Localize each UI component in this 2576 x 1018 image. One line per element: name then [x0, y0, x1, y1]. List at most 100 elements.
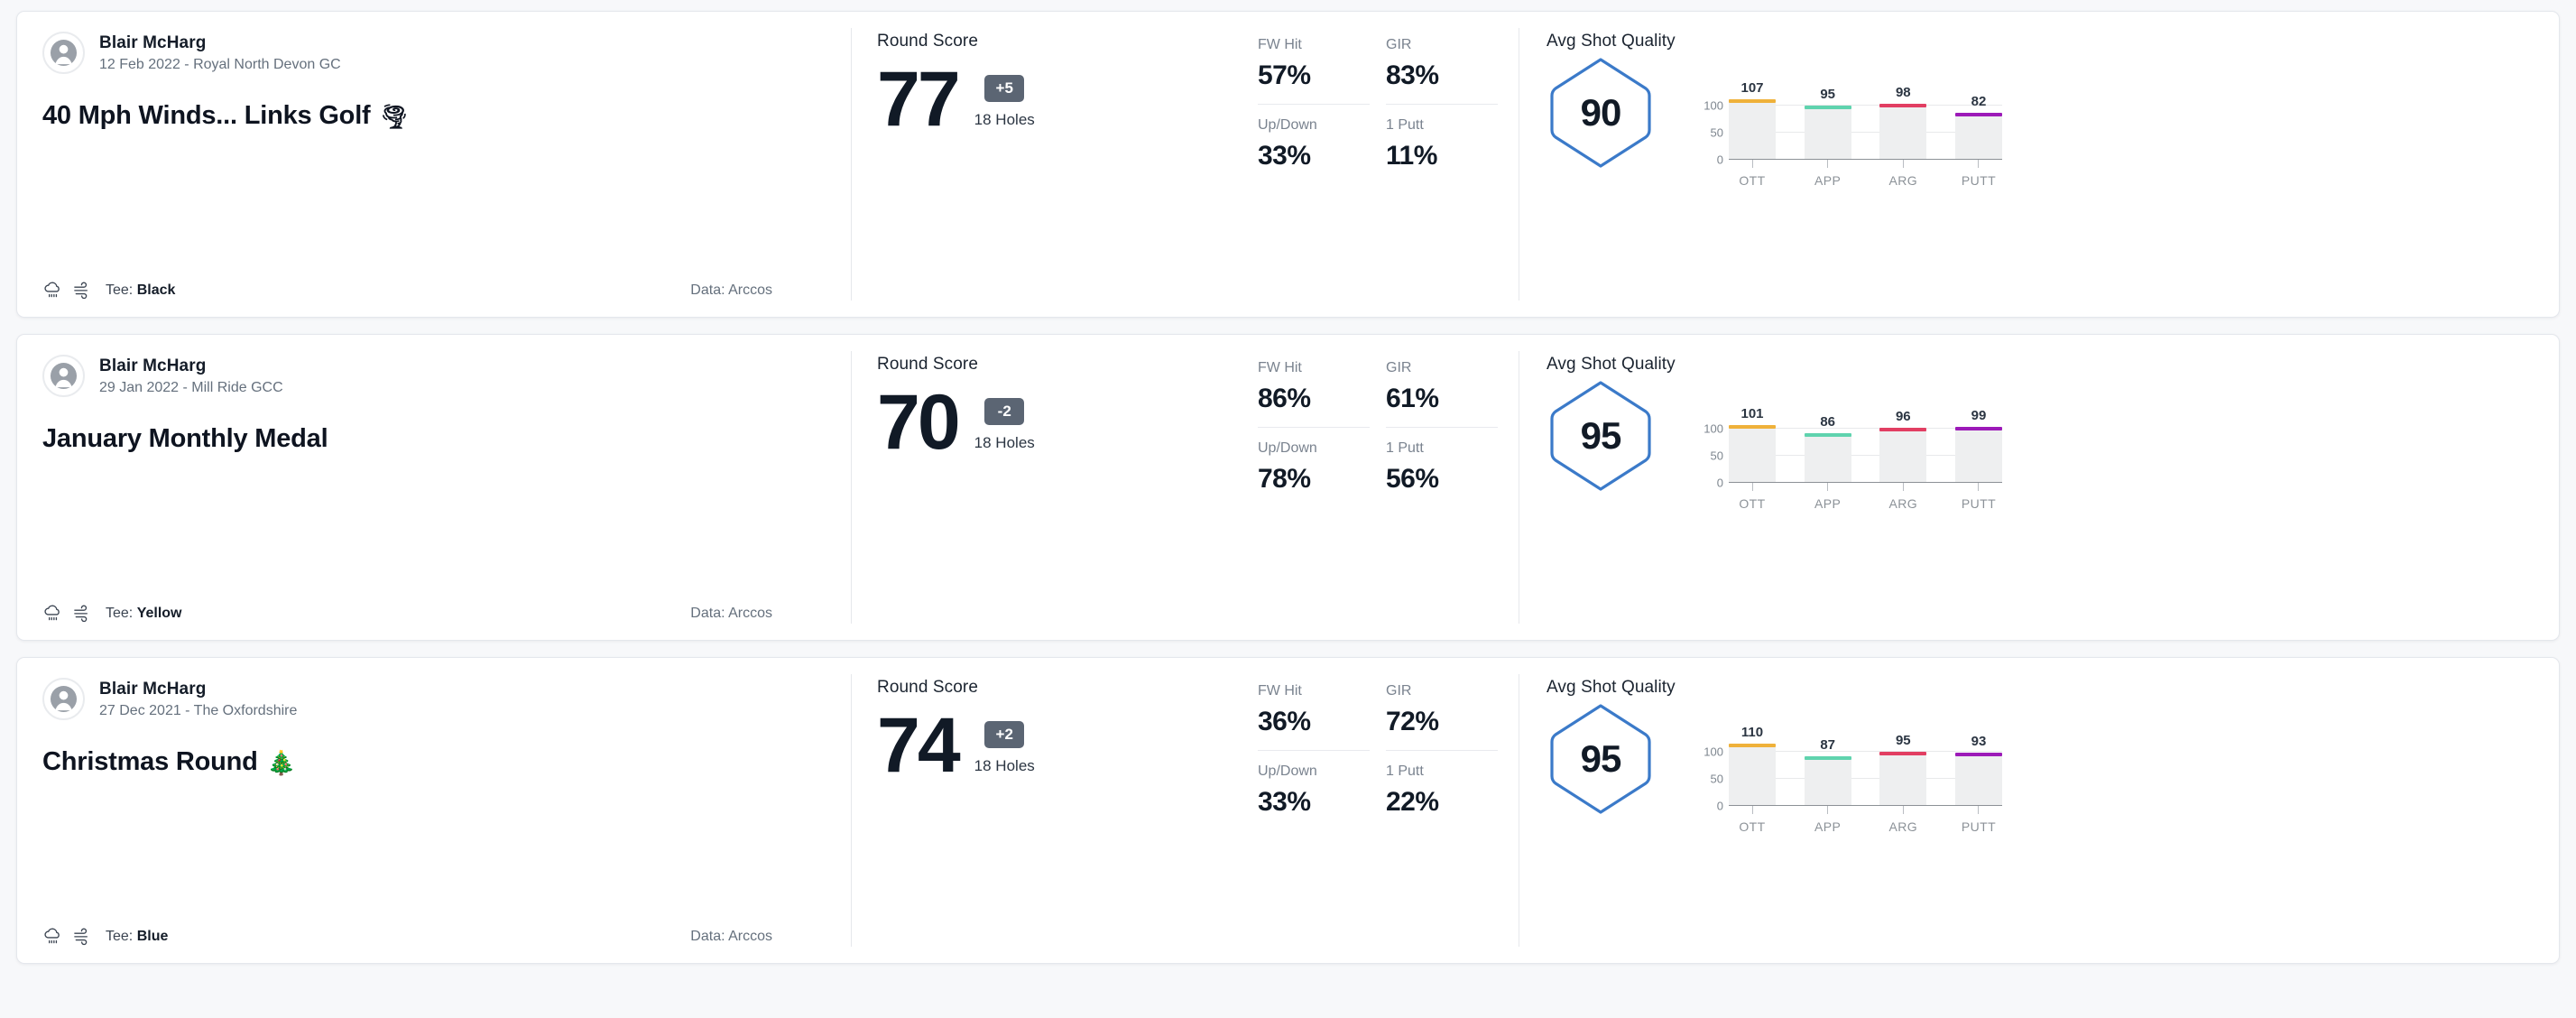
stat-one-putt: 1 Putt 56%: [1386, 428, 1498, 495]
chart-bar-slot[interactable]: 96: [1879, 409, 1927, 483]
round-card[interactable]: Blair McHarg 27 Dec 2021 - The Oxfordshi…: [16, 657, 2560, 964]
stat-label: GIR: [1386, 360, 1412, 375]
user-row[interactable]: Blair McHarg 12 Feb 2022 - Royal North D…: [42, 32, 826, 74]
chart-bar[interactable]: 98: [1879, 85, 1927, 160]
chart-bar-slot[interactable]: 82: [1954, 89, 2002, 160]
chart-bar-slot[interactable]: 87: [1804, 736, 1851, 806]
chart-bar-slot[interactable]: 107: [1729, 80, 1776, 160]
chart-x-tickmark: [1751, 483, 1753, 491]
wind-icon: [74, 928, 88, 946]
chart-bar[interactable]: 82: [1954, 94, 2002, 160]
tee-prefix: Tee:: [106, 928, 134, 944]
chart-x-tickmark: [1827, 806, 1829, 814]
stat-fw-hit: FW Hit 36%: [1258, 683, 1370, 751]
rain-cloud-icon: [44, 282, 60, 298]
chart-bar-slot[interactable]: 101: [1729, 406, 1776, 483]
avatar[interactable]: [42, 32, 85, 74]
shot-quality-chart: 0 50 100 110 87 95 93 OTT APP ARG PUTT: [1691, 716, 2002, 835]
stat-up-down: Up/Down 78%: [1258, 428, 1370, 495]
chart-bar-value: 96: [1895, 409, 1911, 425]
stat-one-putt: 1 Putt 11%: [1386, 105, 1498, 171]
shot-quality-hexagon: 95: [1547, 378, 1655, 494]
chart-y-axis: 0 50 100: [1691, 89, 1723, 167]
chart-bar[interactable]: 86: [1804, 414, 1851, 483]
chart-bar-cap: [1879, 428, 1927, 432]
chart-bar[interactable]: 99: [1954, 408, 2002, 483]
chart-bar-cap: [1879, 104, 1927, 108]
chart-bar-value: 87: [1820, 736, 1835, 753]
stat-value: 56%: [1386, 464, 1439, 494]
stat-label: GIR: [1386, 37, 1412, 52]
chart-x-slot: OTT: [1729, 160, 1776, 188]
chart-bar-value: 82: [1971, 93, 1987, 109]
chart-x-tickmark: [1978, 160, 1980, 168]
stat-value: 22%: [1386, 787, 1439, 817]
stat-label: 1 Putt: [1386, 764, 1424, 779]
chart-y-tick: 100: [1703, 745, 1723, 759]
rain-cloud-icon: [44, 928, 60, 944]
avatar[interactable]: [42, 678, 85, 720]
chart-x-slot: ARG: [1879, 160, 1926, 188]
chart-y-tick: 50: [1710, 125, 1723, 140]
round-card[interactable]: Blair McHarg 29 Jan 2022 - Mill Ride GCC…: [16, 334, 2560, 641]
chart-x-slot: APP: [1805, 160, 1851, 188]
shot-quality-chart: 0 50 100 107 95 98 82 OTT APP ARG PUTT: [1691, 69, 2002, 189]
holes-label: 18 Holes: [974, 111, 1035, 128]
chart-x-slot: OTT: [1729, 806, 1776, 834]
chart-bar-slot[interactable]: 99: [1954, 408, 2002, 483]
chart-bar[interactable]: 93: [1954, 734, 2002, 806]
round-score-value: 70: [877, 379, 961, 466]
chart-x-label: ARG: [1888, 496, 1918, 511]
chart-x-tickmark: [1902, 160, 1904, 168]
round-score-heading: Round Score: [877, 678, 979, 697]
stat-fw-hit: FW Hit 57%: [1258, 37, 1370, 105]
chart-bar-slot[interactable]: 95: [1804, 87, 1851, 160]
round-meta: Blair McHarg 12 Feb 2022 - Royal North D…: [17, 12, 852, 317]
chart-bar-cap: [1954, 426, 2002, 430]
user-name: Blair McHarg: [99, 679, 207, 699]
round-footer: Tee: Black Data: Arccos: [42, 280, 826, 301]
chart-bar[interactable]: 110: [1729, 725, 1776, 806]
chart-bar-slot[interactable]: 86: [1804, 412, 1851, 483]
chart-bar-slot[interactable]: 93: [1954, 734, 2002, 806]
chart-bar-slot[interactable]: 98: [1879, 85, 1927, 160]
chart-bar-value: 107: [1740, 79, 1764, 96]
chart-x-axis: OTT APP ARG PUTT: [1729, 806, 2002, 834]
chart-bar-cap: [1804, 106, 1851, 109]
user-row[interactable]: Blair McHarg 29 Jan 2022 - Mill Ride GCC: [42, 355, 826, 397]
round-stats: FW Hit 36% GIR 72% Up/Down 33% 1 Putt 22…: [1258, 658, 1519, 963]
chart-bar-cap: [1804, 755, 1851, 760]
chart-bar[interactable]: 95: [1879, 733, 1927, 806]
stat-value: 11%: [1386, 141, 1437, 171]
stat-gir: GIR 72%: [1386, 683, 1498, 751]
chart-bar[interactable]: 107: [1729, 80, 1776, 160]
shot-quality-value: 95: [1580, 414, 1622, 457]
stat-one-putt: 1 Putt 22%: [1386, 751, 1498, 818]
chart-bar-slot[interactable]: 95: [1879, 733, 1927, 806]
stat-label: 1 Putt: [1386, 117, 1424, 133]
round-footer: Tee: Blue Data: Arccos: [42, 926, 826, 947]
holes-label: 18 Holes: [974, 434, 1035, 451]
stat-label: Up/Down: [1258, 440, 1317, 456]
avatar[interactable]: [42, 355, 85, 397]
chart-x-tickmark: [1751, 160, 1753, 168]
chart-bar[interactable]: 101: [1729, 406, 1776, 483]
stat-value: 57%: [1258, 60, 1311, 90]
chart-x-label: PUTT: [1961, 173, 1997, 188]
stat-value: 33%: [1258, 787, 1311, 817]
user-row[interactable]: Blair McHarg 27 Dec 2021 - The Oxfordshi…: [42, 678, 826, 720]
chart-bar[interactable]: 95: [1804, 87, 1851, 160]
conditions-block: Tee: Yellow: [42, 603, 182, 624]
chart-y-tick: 50: [1710, 449, 1723, 463]
shot-quality-section: Avg Shot Quality 95 0 50 100 110 87 95 93 OTT…: [1519, 658, 2559, 963]
chart-bar[interactable]: 96: [1879, 409, 1927, 483]
chart-bar-slot[interactable]: 110: [1729, 725, 1776, 806]
chart-x-label: PUTT: [1961, 819, 1997, 834]
chart-bar[interactable]: 87: [1804, 737, 1851, 806]
chart-bar-cap: [1879, 752, 1927, 755]
chart-x-axis: OTT APP ARG PUTT: [1729, 483, 2002, 511]
stat-fw-hit: FW Hit 86%: [1258, 360, 1370, 428]
round-card[interactable]: Blair McHarg 12 Feb 2022 - Royal North D…: [16, 11, 2560, 318]
chart-bar-cap: [1729, 744, 1776, 747]
round-score-heading: Round Score: [877, 32, 979, 51]
